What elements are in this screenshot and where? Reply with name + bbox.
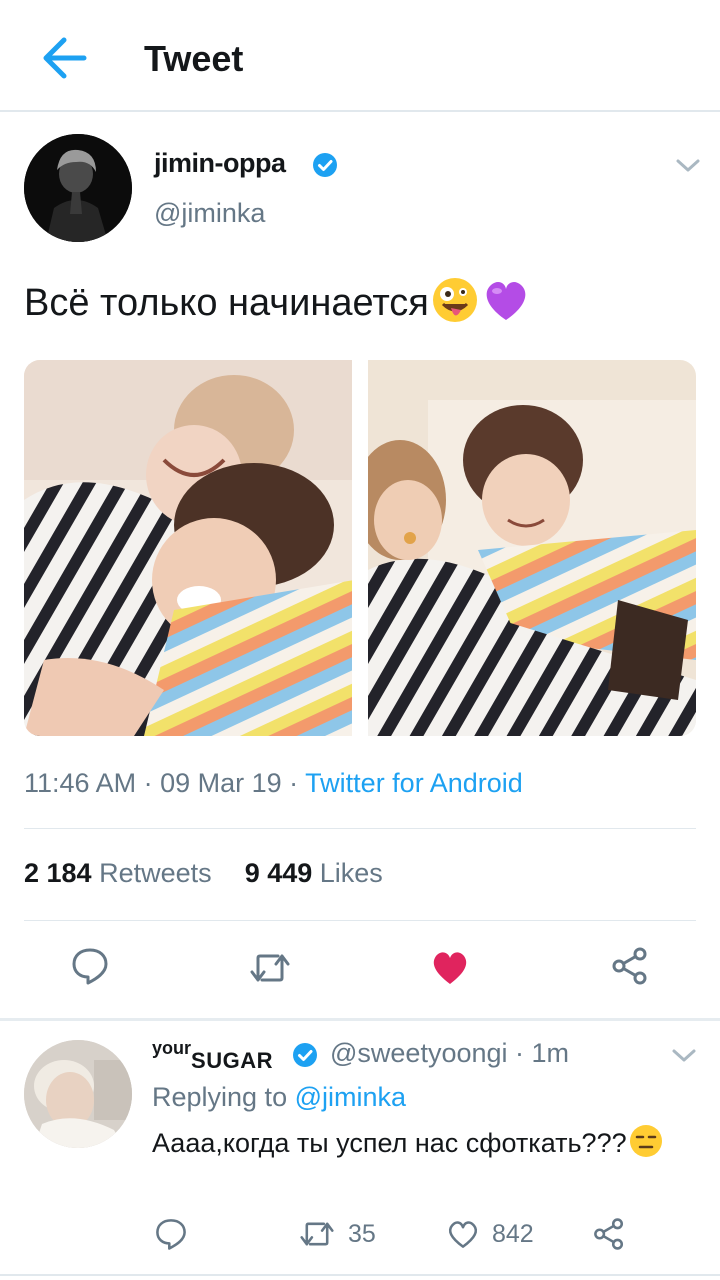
reply-share-button[interactable] — [592, 1214, 626, 1254]
tweet-text: Всё только начинается — [24, 276, 531, 334]
arrow-left-icon — [43, 37, 87, 79]
chevron-down-icon[interactable] — [670, 1046, 698, 1066]
share-icon — [594, 1218, 624, 1250]
replying-prefix: Replying to — [152, 1082, 288, 1112]
meta-separator: · — [136, 768, 161, 798]
back-button[interactable] — [36, 34, 92, 82]
reply-icon — [156, 1219, 186, 1250]
reply-text: Аааа,когда ты успел нас сфоткать??? — [152, 1124, 672, 1168]
retweets-label: Retweets — [99, 858, 212, 888]
reply-handle-line: @sweetyoongi · 1m — [330, 1038, 570, 1068]
tweet-photo-1[interactable] — [24, 360, 352, 736]
tweet-source-link[interactable]: Twitter for Android — [305, 768, 523, 798]
retweets-count: 2 184 — [24, 858, 92, 888]
share-icon — [612, 947, 647, 985]
reply-author-name[interactable]: yourSUGAR — [152, 1036, 273, 1073]
reply-like-count: 842 — [492, 1219, 534, 1248]
divider — [0, 1274, 720, 1276]
reply-time: 1m — [531, 1038, 570, 1068]
expressionless-face-emoji — [629, 1124, 663, 1168]
author-handle[interactable]: @jiminka — [154, 198, 265, 229]
reply-button[interactable] — [70, 946, 110, 991]
meta-separator: · — [281, 768, 306, 798]
retweet-icon — [250, 954, 290, 982]
reply-text-body: Аааа,когда ты успел нас сфоткать??? — [152, 1128, 627, 1158]
reply-retweet-count: 35 — [348, 1219, 376, 1248]
replying-to-line: Replying to @jiminka — [152, 1082, 406, 1113]
verified-badge-icon — [293, 1043, 317, 1067]
author-display-name[interactable]: jimin-oppa — [154, 148, 286, 179]
divider — [24, 920, 696, 921]
share-button[interactable] — [610, 946, 650, 991]
purple-heart-emoji — [481, 276, 531, 334]
likes-count: 9 449 — [244, 858, 313, 888]
reply-icon — [72, 948, 108, 985]
retweet-icon — [300, 1222, 334, 1246]
reply-like-button[interactable]: 842 — [446, 1214, 534, 1254]
reply-retweet-button[interactable]: 35 — [298, 1214, 376, 1254]
replying-to-link[interactable]: @jiminka — [295, 1082, 406, 1112]
tweet-date: 09 Mar 19 — [160, 768, 282, 798]
author-avatar[interactable] — [24, 134, 132, 242]
tweet-time: 11:46 AM — [24, 768, 137, 798]
retweets-stat[interactable]: 2 184 Retweets — [24, 858, 212, 888]
divider — [24, 828, 696, 829]
section-separator — [0, 1018, 720, 1021]
heart-outline-icon — [448, 1221, 478, 1248]
like-button[interactable] — [430, 948, 470, 991]
verified-badge-icon — [313, 153, 337, 177]
retweet-button[interactable] — [248, 948, 292, 993]
chevron-down-icon[interactable] — [674, 156, 702, 176]
reply-name-main: SUGAR — [191, 1048, 273, 1073]
tweet-text-body: Всё только начинается — [24, 282, 429, 325]
tweet-stats: 2 184 Retweets 9 449 Likes — [24, 858, 383, 889]
top-bar: Tweet — [0, 0, 720, 112]
reply-reply-button[interactable] — [154, 1214, 188, 1254]
reply-handle[interactable]: @sweetyoongi — [330, 1038, 508, 1068]
reply-author-avatar[interactable] — [24, 1040, 132, 1148]
zany-face-emoji — [431, 276, 479, 334]
heart-filled-icon — [433, 952, 467, 984]
page-title: Tweet — [144, 38, 244, 79]
tweet-photo-2[interactable] — [368, 360, 696, 736]
tweet-meta: 11:46 AM · 09 Mar 19 · Twitter for Andro… — [24, 768, 523, 799]
likes-label: Likes — [319, 858, 383, 888]
likes-stat[interactable]: 9 449 Likes — [245, 858, 383, 888]
reply-name-super: your — [152, 1038, 192, 1058]
